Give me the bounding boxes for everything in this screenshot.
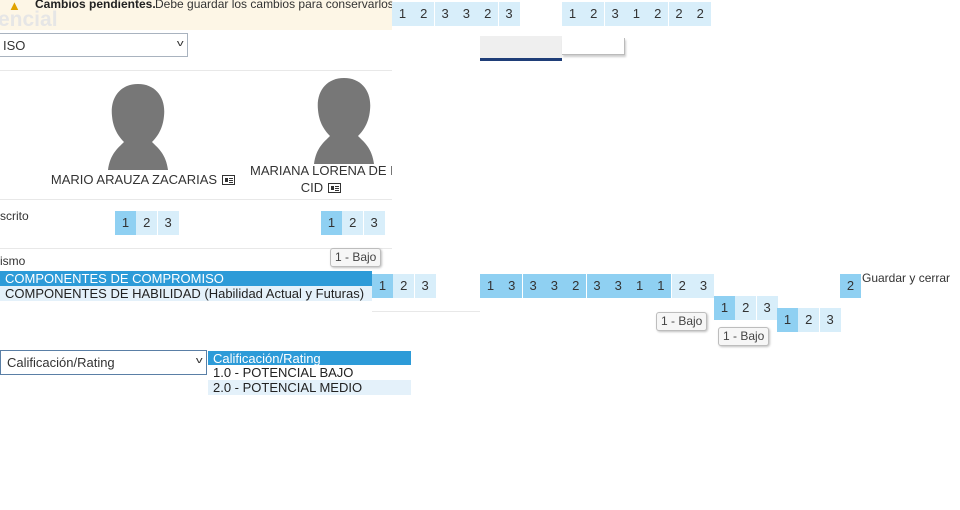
rating-select-value: Calificación/Rating [7, 355, 115, 370]
competency-item-selected[interactable]: COMPONENTES DE COMPROMISO [0, 271, 372, 286]
rating-cell[interactable]: 2 [735, 296, 757, 320]
rating-cell[interactable]: 2 [689, 2, 711, 26]
chevron-down-icon: v [176, 38, 184, 48]
rating-cell[interactable]: 1 [321, 211, 342, 235]
rating-cell[interactable]: 3 [501, 274, 523, 298]
popup-fragment [562, 38, 625, 55]
rating-cell[interactable]: 1 [625, 2, 647, 26]
divider [372, 311, 480, 312]
banner-message: Debe guardar los cambios para conservarl… [155, 0, 398, 11]
rating-cell[interactable]: 1 [480, 274, 501, 298]
rating-cell[interactable]: 1 [372, 274, 393, 298]
rating-cell[interactable]: 2 [671, 274, 693, 298]
page-title: encial [0, 8, 58, 31]
rating-cell[interactable]: 2 [477, 2, 499, 26]
rating-cell[interactable]: 1 [115, 211, 136, 235]
rating-cell[interactable]: 2 [393, 274, 415, 298]
employee-avatar [314, 78, 374, 164]
section-label: scrito [0, 209, 29, 223]
rating-cell[interactable]: 1 [562, 2, 583, 26]
rating-cell[interactable]: 2 [136, 211, 158, 235]
rating-cell[interactable]: 1 [714, 296, 735, 320]
form-type-select[interactable]: ISO v [0, 33, 188, 57]
rating-cell[interactable]: 3 [586, 274, 608, 298]
rating-cell[interactable]: 3 [414, 274, 436, 298]
employee-name-text: MARIO ARAUZA ZACARIAS [50, 172, 218, 187]
rating-cell[interactable]: 2 [583, 2, 605, 26]
header-tab-fragment[interactable] [480, 36, 562, 61]
rating-cell[interactable]: 2 [840, 274, 861, 298]
rating-cell[interactable]: 2 [342, 211, 364, 235]
rating-cell[interactable]: 3 [455, 2, 477, 26]
pending-changes-banner: ▲ Cambios pendientes. Debe guardar los c… [0, 0, 397, 30]
rating-option-selected[interactable]: Calificación/Rating [208, 351, 411, 366]
rating-cell[interactable]: 2 [798, 308, 820, 332]
rating-tooltip: 1 - Bajo [718, 327, 770, 346]
rating-cell[interactable]: 3 [819, 308, 841, 332]
rating-select[interactable]: Calificación/Rating v [0, 350, 207, 375]
save-and-close-button[interactable]: Guardar y cerrar [862, 271, 950, 285]
rating-option[interactable]: 2.0 - POTENCIAL MEDIO [208, 380, 411, 395]
rating-cell[interactable]: 2 [565, 274, 587, 298]
rating-cell[interactable]: 2 [668, 2, 690, 26]
employee-name-line1: MARIANA LORENA DE I [250, 163, 392, 178]
section-label: ismo [0, 254, 26, 268]
rating-cell[interactable]: 3 [498, 2, 520, 26]
employee-avatar [108, 84, 168, 170]
rating-cell[interactable]: 1 [392, 2, 413, 26]
divider [0, 70, 392, 71]
rating-cell[interactable]: 3 [157, 211, 179, 235]
rating-tooltip: 1 - Bajo [656, 312, 708, 331]
rating-cell[interactable]: 2 [647, 2, 669, 26]
rating-cell[interactable]: 1 [650, 274, 672, 298]
rating-cell[interactable]: 1 [777, 308, 798, 332]
rating-cell[interactable]: 1 [629, 274, 651, 298]
rating-cell[interactable]: 3 [607, 274, 629, 298]
chevron-down-icon: v [195, 355, 203, 365]
rating-tooltip: 1 - Bajo [330, 248, 382, 267]
rating-cell[interactable]: 3 [522, 274, 544, 298]
employee-name[interactable]: MARIANA LORENA DE I CID [250, 162, 392, 196]
divider [0, 199, 392, 200]
rating-cell[interactable]: 3 [543, 274, 565, 298]
rating-cell[interactable]: 2 [413, 2, 435, 26]
contact-card-icon[interactable] [328, 183, 342, 193]
employee-name[interactable]: MARIO ARAUZA ZACARIAS [46, 171, 240, 188]
rating-cell[interactable]: 3 [756, 296, 778, 320]
rating-cell[interactable]: 3 [434, 2, 456, 26]
rating-cell[interactable]: 3 [363, 211, 385, 235]
employee-name-line2: CID [300, 180, 324, 195]
contact-card-icon[interactable] [222, 175, 236, 185]
rating-cell[interactable]: 3 [693, 274, 714, 298]
form-type-value: ISO [3, 38, 26, 53]
rating-option[interactable]: 1.0 - POTENCIAL BAJO [208, 365, 411, 380]
competency-item[interactable]: COMPONENTES DE HABILIDAD (Habilidad Actu… [0, 286, 372, 301]
rating-cell[interactable]: 3 [604, 2, 626, 26]
